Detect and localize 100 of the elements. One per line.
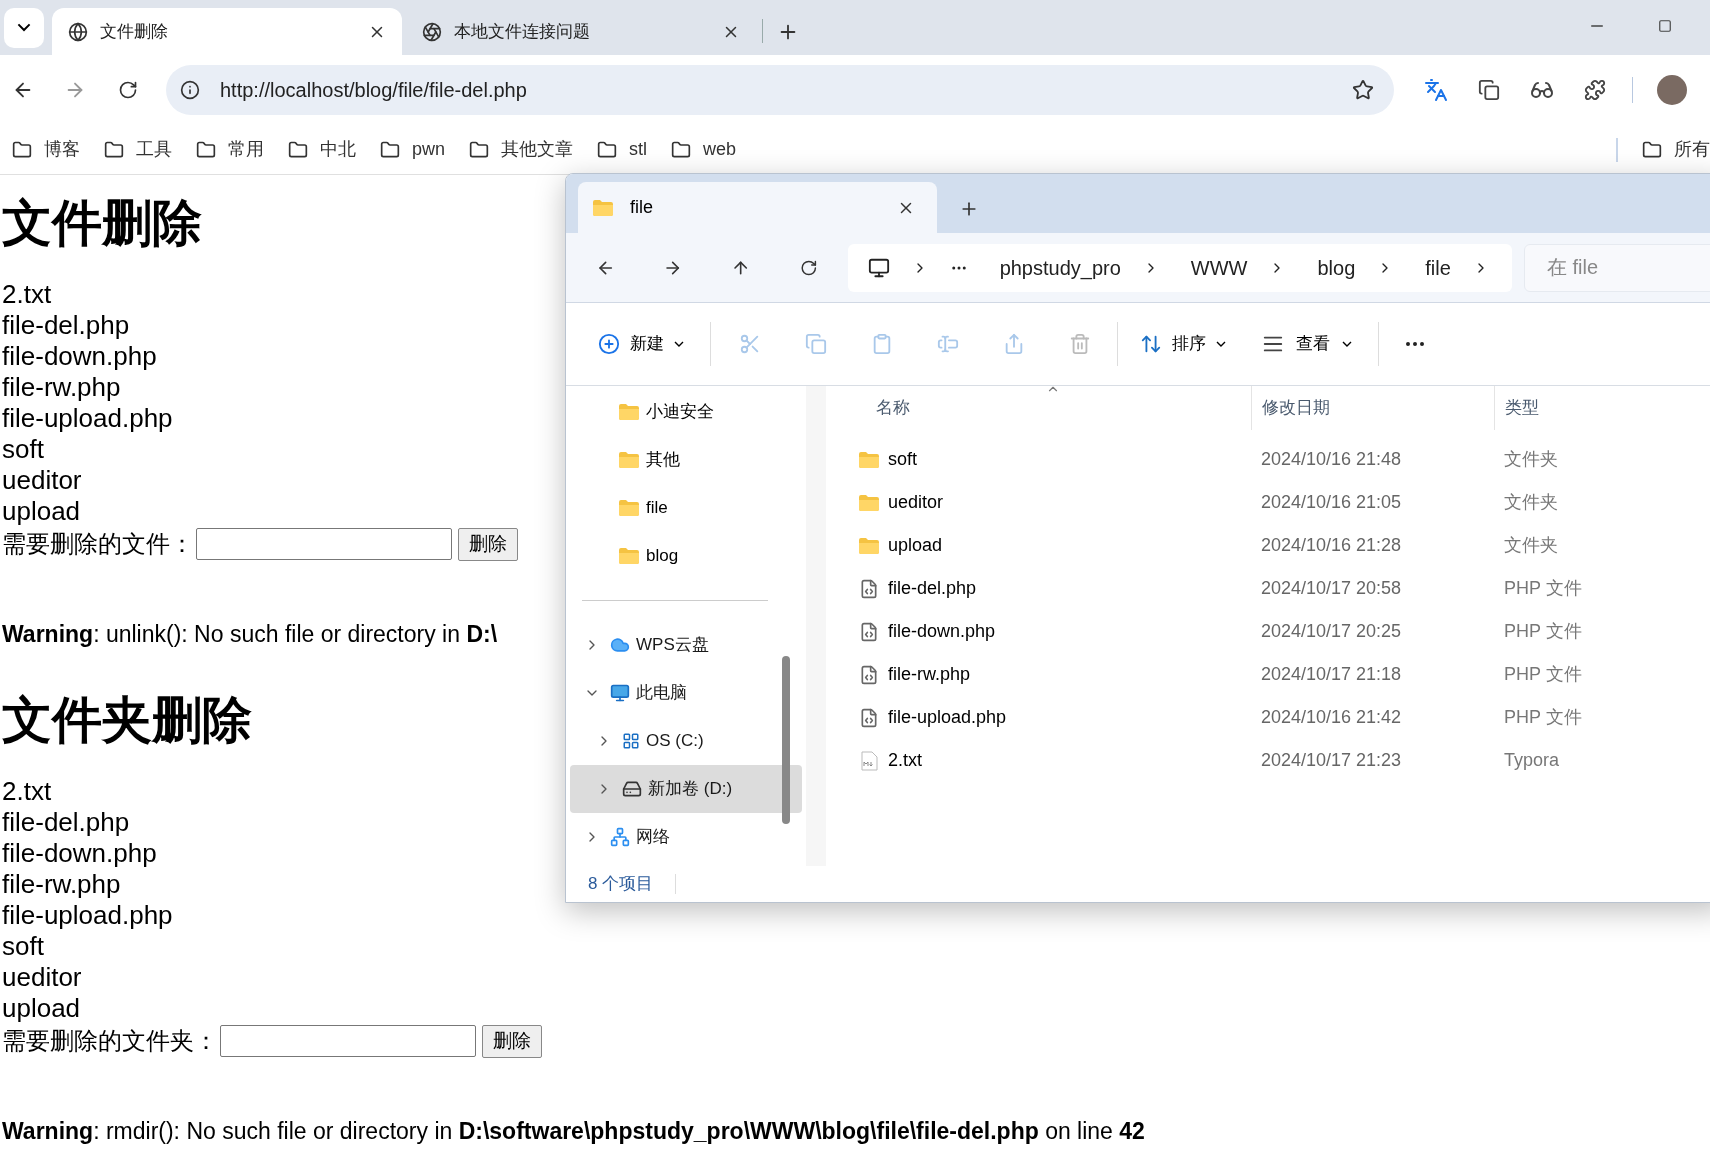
file-row[interactable]: file-upload.php 2024/10/16 21:42 PHP 文件 [826,696,1710,739]
avatar[interactable] [1657,75,1687,105]
prompt-label: 需要删除的文件： [2,529,194,559]
file-name: file-upload.php [2,403,173,434]
folder-icon [12,139,32,160]
nav-label: 此电脑 [636,682,687,705]
file-name: soft [888,448,917,471]
star-icon[interactable] [1352,79,1374,101]
nav-item[interactable]: 其他 [566,436,806,484]
column-header[interactable]: 修改日期 [1262,395,1330,421]
nav-label: 网络 [636,826,670,849]
file-type: PHP 文件 [1503,663,1582,686]
column-header[interactable]: 名称 [876,395,910,421]
file-name: ueditor [2,465,82,496]
file-row[interactable]: upload 2024/10/16 21:28 文件夹 [826,524,1710,567]
warning-message: Warning: unlink(): No such file or directory in D:\ [2,620,498,649]
breadcrumb-bar[interactable]: phpstudy_pro WWW blog file [847,243,1512,292]
file-row[interactable]: file-del.php 2024/10/17 20:58 PHP 文件 [826,567,1710,610]
bookmark[interactable]: 博客 [12,136,80,163]
sort-icon [1140,333,1162,355]
new-button[interactable]: 新建 [596,322,686,366]
nav-item[interactable]: 网络 [570,813,802,861]
caret-icon [1342,341,1352,347]
nav-item[interactable]: OS (C:) [570,717,802,765]
address-bar[interactable]: http://localhost/blog/file/file-del.php [166,65,1394,115]
name-field[interactable] [196,528,452,560]
maximize-icon[interactable] [1658,19,1672,33]
bookmark[interactable]: 工具 [104,136,172,163]
folder-icon [380,139,400,160]
prompt-label: 需要删除的文件夹： [2,1026,218,1056]
folder-icon [618,547,640,565]
cloud-icon [610,635,630,655]
file-name: file-del.php [2,310,130,341]
file-name: soft [2,434,44,465]
delete-button[interactable]: 删除 [458,527,518,561]
nav-item[interactable]: WPS云盘 [570,621,802,669]
markdown-file-icon [860,750,878,771]
nav-item[interactable]: blog [566,532,806,580]
browser-tab[interactable]: 文件删除 [52,8,402,55]
page-heading: 文件夹删除 [2,691,252,750]
file-name: 2.txt [2,279,52,310]
tab-title: 文件删除 [100,20,169,43]
file-type: 文件夹 [1503,448,1558,471]
search-field[interactable]: 在 file [1524,243,1710,292]
file-name: upload [2,496,81,527]
delete-button[interactable]: 删除 [482,1024,542,1058]
scrollbar[interactable] [782,656,790,824]
bookmark[interactable]: stl [597,136,648,163]
monitor-icon [610,683,630,703]
file-name: 2.txt [2,776,52,807]
nav-item[interactable]: 新加卷 (D:) [570,765,802,813]
nav-item[interactable]: 小迪安全 [566,388,806,436]
nav-item[interactable]: 此电脑 [570,669,802,717]
tab-search-button[interactable] [4,7,44,48]
folder-icon [1642,139,1662,160]
bookmark[interactable]: 其他文章 [469,136,574,163]
column-header[interactable]: 类型 [1505,395,1539,421]
file-row[interactable]: 2.txt 2024/10/17 21:23 Typora [826,739,1710,782]
copy-icon[interactable] [1478,79,1500,101]
file-name: 2.txt [888,749,922,772]
breadcrumb-item[interactable]: WWW [1190,252,1248,283]
breadcrumb-item[interactable]: file [1425,252,1451,283]
nav-label: OS (C:) [646,730,704,753]
file-name: file-upload.php [2,900,173,931]
sort-button[interactable]: 排序 [1140,331,1226,357]
breadcrumb-item[interactable]: phpstudy_pro [999,252,1121,283]
explorer-tab[interactable]: file [578,182,937,233]
translate-icon[interactable] [1424,78,1448,102]
nav-label: WPS云盘 [636,634,709,657]
nav-item[interactable]: file [566,484,806,532]
modified-date: 2024/10/17 20:58 [1260,577,1403,600]
view-button[interactable]: 查看 [1262,331,1352,357]
chevron-icon [17,23,31,32]
bookmark[interactable]: pwn [380,136,446,163]
name-field[interactable] [220,1025,476,1057]
file-name: file-down.php [2,341,157,372]
breadcrumb-item[interactable]: blog [1317,252,1356,283]
file-name: file-down.php [888,620,996,643]
extensions-icon[interactable] [1584,79,1606,101]
folder-icon [592,198,614,217]
info-icon[interactable] [180,80,200,100]
code-file-icon [859,664,879,685]
file-name: upload [888,534,943,557]
file-row[interactable]: soft 2024/10/16 21:48 文件夹 [826,438,1710,481]
file-row[interactable]: ueditor 2024/10/16 21:05 文件夹 [826,481,1710,524]
browser-tab[interactable]: 本地文件连接问题 [406,8,756,55]
file-name: soft [2,931,44,962]
reload-icon[interactable] [118,80,138,100]
file-row[interactable]: file-rw.php 2024/10/17 21:18 PHP 文件 [826,653,1710,696]
bookmark[interactable]: 常用 [196,136,264,163]
folder-icon [196,139,216,160]
bookmark[interactable]: 所有 [1642,136,1710,163]
monitor-icon[interactable] [867,256,890,279]
modified-date: 2024/10/16 21:48 [1260,448,1403,471]
code-file-icon [859,578,879,599]
bookmark[interactable]: 中北 [288,136,356,163]
file-row[interactable]: file-down.php 2024/10/17 20:25 PHP 文件 [826,610,1710,653]
bookmark[interactable]: web [671,136,737,163]
modified-date: 2024/10/17 21:23 [1260,749,1403,772]
folder-icon [618,499,640,517]
